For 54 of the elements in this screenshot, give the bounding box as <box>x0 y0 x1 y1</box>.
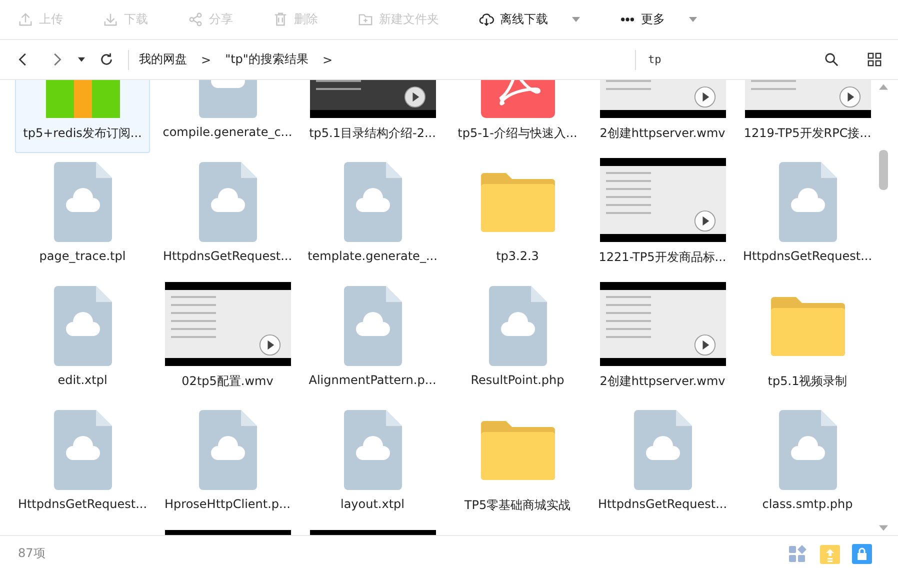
file-name: 1219-TP5开发RPC接... <box>744 125 872 142</box>
breadcrumb-separator: > <box>322 52 332 66</box>
play-icon <box>694 210 716 232</box>
toolbar-button[interactable]: 离线下载 <box>471 7 588 32</box>
file-name: class.smtp.php <box>762 497 853 511</box>
file-name: layout.xtpl <box>340 497 404 511</box>
breadcrumb-link[interactable]: "tp"的搜索结果 <box>225 51 308 68</box>
file-name: 2创建httpserver.wmv <box>600 125 726 142</box>
file-name: 02tp5配置.wmv <box>182 373 274 390</box>
file-name: HttpdnsGetRequest... <box>742 249 872 263</box>
file-name: page_trace.tpl <box>39 249 126 263</box>
caret-icon[interactable] <box>78 57 85 62</box>
file-name: template.generate_... <box>308 249 438 263</box>
folder-icon <box>770 296 844 356</box>
file-name: tp5.1目录结构介绍-2... <box>309 125 436 142</box>
scroll-up-icon[interactable] <box>878 84 888 90</box>
upload-icon <box>18 12 33 27</box>
file-name: edit.xtpl <box>58 373 108 387</box>
breadcrumb-separator: > <box>201 52 212 66</box>
file-name: AlignmentPattern.p... <box>308 373 436 387</box>
play-icon <box>694 86 716 108</box>
file-name: ResultPoint.php <box>470 373 564 387</box>
file-name: HproseHttpClient.p... <box>164 497 290 511</box>
cloud-icon <box>479 12 494 27</box>
folder-icon <box>480 172 554 232</box>
play-icon <box>838 86 860 108</box>
folder-icon <box>480 420 554 480</box>
file-name: HttpdnsGetRequest... <box>18 497 148 511</box>
download-icon <box>103 12 118 27</box>
folder-icon <box>358 12 373 27</box>
grid-view-icon[interactable] <box>867 52 882 67</box>
toolbar-button[interactable]: 更多 <box>612 7 705 32</box>
file-name: tp5.1视频录制 <box>768 373 848 390</box>
refresh-icon[interactable] <box>99 52 114 67</box>
file-name: HttpdnsGetRequest... <box>162 249 292 263</box>
play-icon <box>694 334 716 356</box>
scroll-down-icon[interactable] <box>878 525 888 531</box>
search-icon[interactable] <box>824 52 839 67</box>
lock-icon[interactable] <box>852 544 872 564</box>
item-count: 87项 <box>18 545 46 562</box>
file-name: 2创建httpserver.wmv <box>600 373 726 390</box>
selected-file-item[interactable]: tp5+redis发布订阅... <box>15 80 150 153</box>
file-name: tp5-1-介绍与快速入... <box>458 125 578 142</box>
scrollbar-thumb[interactable] <box>878 150 888 190</box>
file-name: 1221-TP5开发商品标... <box>598 249 726 266</box>
file-name: tp3.2.3 <box>496 249 539 263</box>
breadcrumb-link[interactable]: 我的网盘 <box>139 51 187 68</box>
file-name: HttpdnsGetRequest... <box>598 497 728 511</box>
file-name: compile.generate_c... <box>162 125 292 139</box>
play-icon <box>258 334 280 356</box>
file-name: tp5+redis发布订阅... <box>23 125 142 142</box>
trash-icon <box>273 12 288 27</box>
file-name: TP5零基础商城实战 <box>464 497 571 514</box>
share-icon <box>188 12 203 27</box>
